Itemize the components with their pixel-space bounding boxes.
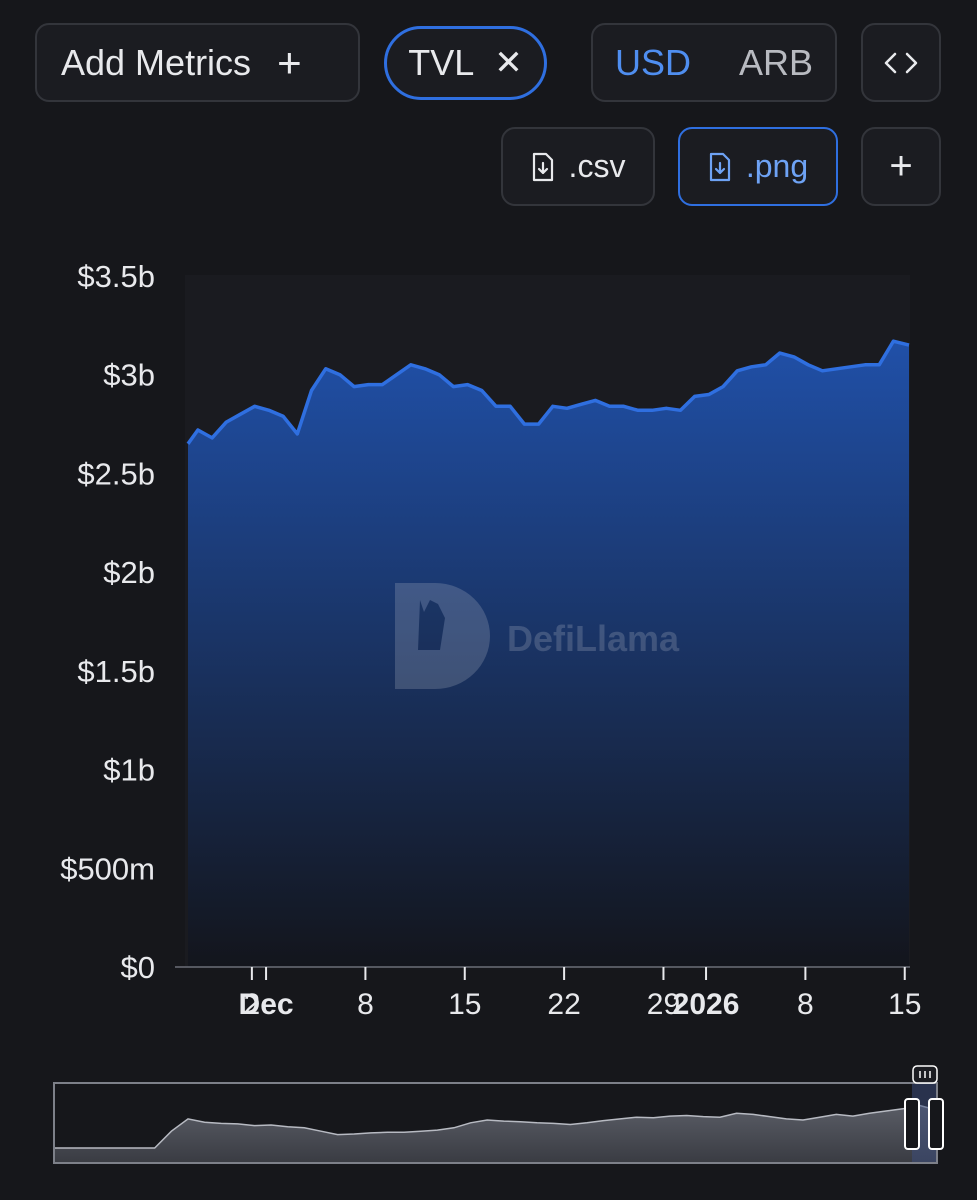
x-axis: 2Dec 8 15 22 292026 8 15 xyxy=(239,967,921,1021)
x-tick-label: 22 xyxy=(547,988,580,1021)
x-tick-label: 8 xyxy=(797,988,814,1021)
x-tick-label: 2026 xyxy=(673,988,740,1021)
x-tick-label: 15 xyxy=(448,988,481,1021)
x-tick-label: Dec xyxy=(239,988,294,1021)
y-tick-label: $1.5b xyxy=(77,654,155,689)
brush-handle-left[interactable] xyxy=(904,1098,920,1150)
y-tick-label: $3b xyxy=(103,358,155,393)
y-tick-label: $500m xyxy=(60,851,155,886)
brush-handle-right[interactable] xyxy=(928,1098,944,1150)
x-tick-label: 8 xyxy=(357,988,374,1021)
y-tick-label: $1b xyxy=(103,753,155,788)
watermark-text: DefiLlama xyxy=(507,618,680,659)
y-tick-label: $0 xyxy=(121,950,155,985)
y-tick-label: $3.5b xyxy=(77,259,155,294)
tvl-area-chart: $0 $500m $1b $1.5b $2b $2.5b $3b $3.5b DefiLlam… xyxy=(53,259,944,1164)
x-tick-label: 15 xyxy=(888,988,921,1021)
brush-overview xyxy=(55,1104,937,1162)
y-tick-label: $2.5b xyxy=(77,456,155,491)
y-tick-label: $2b xyxy=(103,555,155,590)
y-axis: $0 $500m $1b $1.5b $2b $2.5b $3b $3.5b xyxy=(60,259,155,985)
brush-area xyxy=(55,1105,936,1162)
